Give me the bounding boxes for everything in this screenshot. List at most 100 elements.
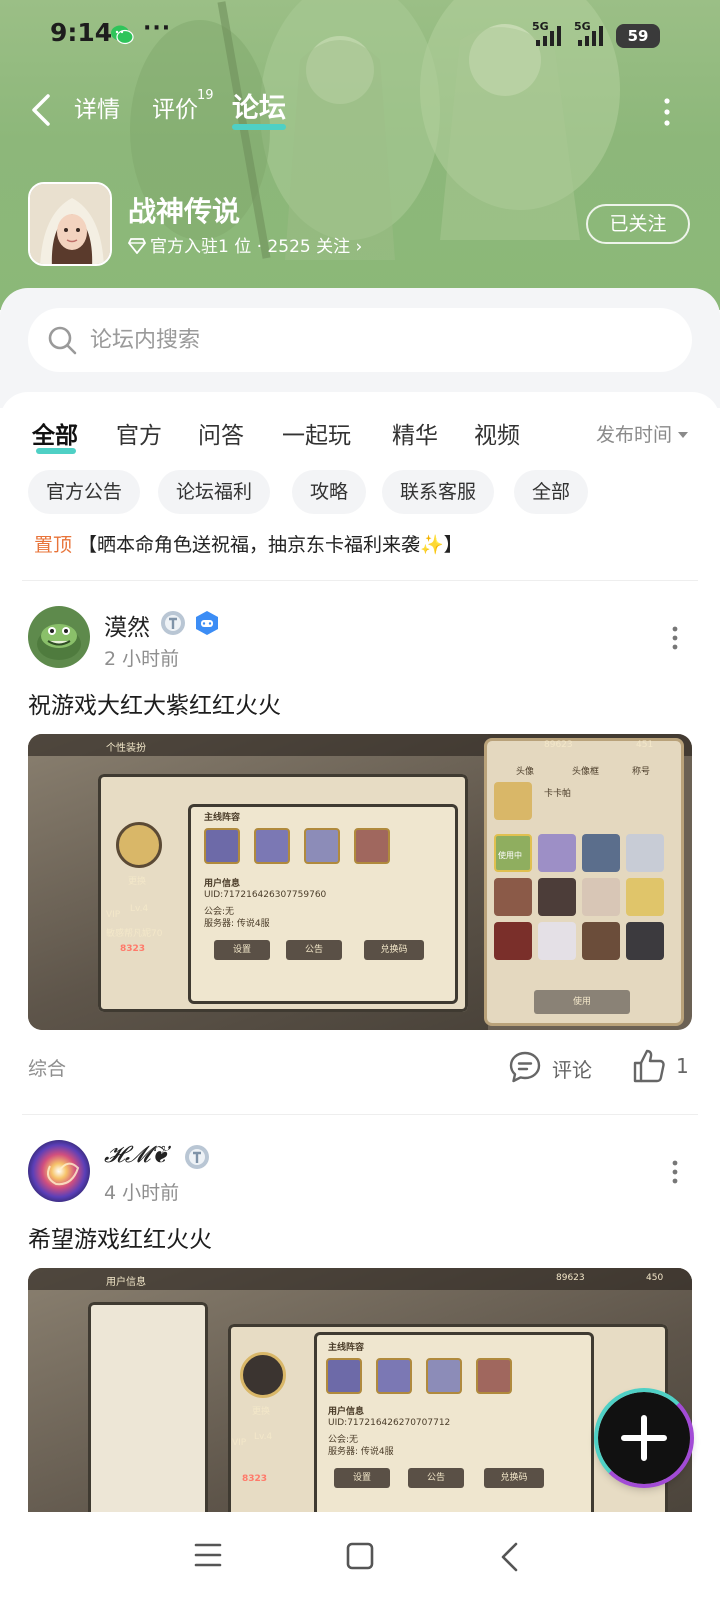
post-image[interactable]: 个性装扮 主线阵容 用户信息 UID:717216426307759760 公会… — [28, 734, 692, 1030]
filter-tab-videos[interactable]: 视频 — [474, 416, 520, 450]
chip-guides[interactable]: 攻略 — [292, 470, 367, 514]
screenshot-level: Lv.4 — [130, 904, 149, 914]
post-more-icon[interactable] — [672, 626, 678, 650]
game-avatar-portrait — [240, 1352, 286, 1398]
screenshot-in-use: 使用中 — [498, 851, 522, 860]
post-title[interactable]: 希望游戏红红火火 — [28, 1220, 212, 1254]
active-tab-indicator — [232, 124, 286, 130]
search-input[interactable] — [90, 308, 670, 372]
divider — [22, 1114, 698, 1115]
game-name: 战神传说 — [128, 195, 241, 228]
screenshot-title-tab: 称号 — [632, 767, 651, 777]
screenshot-power: 8323 — [242, 1474, 268, 1484]
chip-all[interactable]: 全部 — [514, 470, 589, 514]
screenshot-gems: 451 — [636, 740, 654, 750]
screenshot-power: 8323 — [120, 944, 146, 954]
thumbs-up-icon — [633, 1049, 665, 1083]
screenshot-selected-name: 卡卡帕 — [544, 789, 572, 799]
avatar-tile — [494, 878, 532, 916]
search-box[interactable] — [28, 308, 692, 372]
screenshot-header: 用户信息 — [106, 1277, 146, 1288]
system-navigation-bar — [0, 1512, 720, 1600]
filter-tab-qa[interactable]: 问答 — [198, 416, 244, 450]
more-vertical-icon[interactable] — [664, 98, 670, 126]
screenshot-vip: VIP — [232, 1438, 247, 1448]
tab-forum[interactable]: 论坛 — [232, 86, 286, 125]
sort-dropdown[interactable]: 发布时间 — [596, 420, 689, 447]
signal-icon: 5G — [532, 20, 572, 48]
post-category[interactable]: 综合 — [28, 1054, 66, 1081]
screenshot-server: 服务器: 传说4服 — [204, 919, 270, 929]
tab-reviews[interactable]: 评价 — [152, 90, 198, 124]
filter-tab-all[interactable]: 全部 — [32, 416, 78, 450]
chip-forum-benefits[interactable]: 论坛福利 — [158, 470, 271, 514]
forum-meta[interactable]: 官方入驻1 位 · 2525 关注 › — [128, 232, 362, 257]
game-redeem-button: 兑换码 — [364, 940, 424, 960]
search-icon — [48, 326, 77, 355]
reviews-count-badge: 19 — [197, 88, 214, 103]
avatar-tile — [582, 878, 620, 916]
system-back-icon[interactable] — [498, 1542, 520, 1572]
game-redeem-button: 兑换码 — [484, 1468, 544, 1488]
status-more-icon: ··· — [143, 16, 172, 41]
level-badge-icon — [185, 1145, 209, 1169]
avatar-tile — [626, 834, 664, 872]
level-badge-icon — [161, 611, 185, 635]
post-author[interactable]: 𝓗𝓜❦ — [104, 1142, 168, 1168]
screenshot-uid: UID:717216426307759760 — [204, 890, 327, 900]
diamond-icon — [128, 238, 146, 254]
screenshot-user-info: 用户信息 — [328, 1407, 365, 1417]
hero-card — [304, 828, 340, 864]
screenshot-vip: VIP — [106, 910, 121, 920]
avatar-tile — [626, 878, 664, 916]
screenshot-change: 更换 — [252, 1407, 271, 1417]
screenshot-avatar-tab: 头像 — [516, 767, 535, 777]
screenshot-user-info: 用户信息 — [204, 879, 241, 889]
screenshot-section: 主线阵容 — [328, 1343, 365, 1353]
divider — [22, 580, 698, 581]
filter-tab-official[interactable]: 官方 — [116, 416, 162, 450]
caret-down-icon — [678, 432, 689, 438]
status-bar: 9:14 ··· 5G 5G 59 — [0, 0, 720, 72]
avatar[interactable] — [28, 1140, 90, 1202]
status-time: 9:14 — [50, 18, 113, 47]
game-paper-scroll — [88, 1302, 208, 1512]
post-image[interactable]: 用户信息 89623 450 主线阵容 用户信息 UID:71721642627… — [28, 1268, 692, 1512]
game-avatar-portrait — [116, 822, 162, 868]
menu-icon[interactable] — [194, 1542, 222, 1568]
pinned-tag: 置顶 — [34, 534, 73, 556]
post-title[interactable]: 祝游戏大红大紫红红火火 — [28, 686, 281, 720]
hero-card — [204, 828, 240, 864]
post-footer: 综合 评论 1 — [28, 1048, 692, 1088]
filter-tab-featured[interactable]: 精华 — [392, 416, 438, 450]
avatar[interactable] — [28, 606, 90, 668]
screenshot-change: 更换 — [128, 877, 147, 887]
forum-content: 全部 官方 问答 一起玩 精华 视频 发布时间 官方公告 论坛福利 攻略 联系客… — [0, 392, 720, 1512]
comment-icon — [509, 1051, 541, 1083]
game-settings-button: 设置 — [334, 1468, 390, 1488]
avatar-tile — [582, 834, 620, 872]
home-square-icon[interactable] — [346, 1542, 374, 1570]
battery-indicator: 59 — [616, 24, 660, 48]
chip-official-notice[interactable]: 官方公告 — [28, 470, 141, 514]
screenshot-level: Lv.4 — [254, 1432, 273, 1442]
avatar-tile — [538, 878, 576, 916]
wechat-icon — [111, 25, 134, 45]
screenshot-header: 个性装扮 — [106, 743, 146, 754]
game-avatar[interactable] — [28, 182, 112, 266]
avatar-tile — [582, 922, 620, 960]
back-arrow-icon[interactable] — [28, 92, 54, 128]
forum-header: 9:14 ··· 5G 5G 59 详情 评价 19 论坛 战神传说 官方入驻1… — [0, 0, 720, 310]
tab-details[interactable]: 详情 — [74, 90, 120, 124]
filter-tab-play-together[interactable]: 一起玩 — [282, 416, 351, 450]
create-post-button[interactable] — [594, 1388, 694, 1488]
gamepad-badge-icon — [196, 611, 218, 635]
post-more-icon[interactable] — [672, 1160, 678, 1184]
pinned-post[interactable]: 置顶 【晒本命角色送祝福，抽京东卡福利来袭✨】 — [34, 530, 694, 564]
chip-customer-service[interactable]: 联系客服 — [382, 470, 495, 514]
hero-card — [376, 1358, 412, 1394]
avatar-tile — [626, 922, 664, 960]
follow-button[interactable]: 已关注 — [586, 204, 690, 244]
screenshot-gold: 89623 — [544, 740, 573, 750]
post-author[interactable]: 漠然 — [104, 608, 150, 642]
